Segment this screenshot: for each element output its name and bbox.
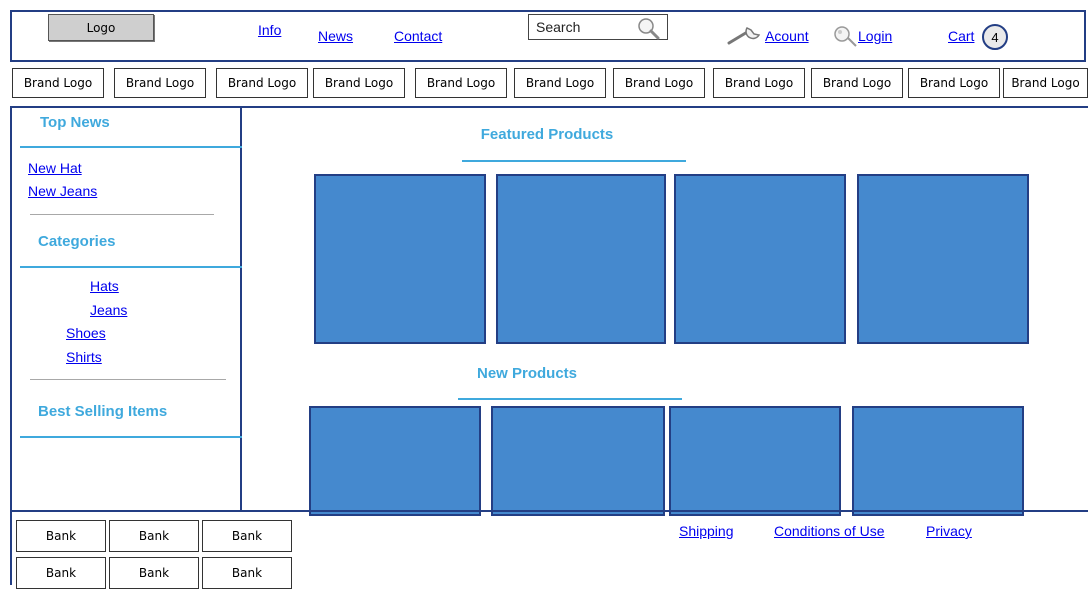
brand-logo[interactable]: Brand Logo bbox=[613, 68, 705, 98]
divider bbox=[20, 436, 242, 438]
brand-logo[interactable]: Brand Logo bbox=[12, 68, 104, 98]
divider bbox=[462, 160, 686, 162]
brand-logo[interactable]: Brand Logo bbox=[216, 68, 308, 98]
privacy-link[interactable]: Privacy bbox=[926, 523, 972, 539]
bank-logo[interactable]: Bank bbox=[202, 557, 292, 589]
brand-logo-bar: Brand Logo Brand Logo Brand Logo Brand L… bbox=[10, 66, 1088, 102]
search-icon[interactable] bbox=[635, 16, 661, 40]
featured-product-tile[interactable] bbox=[496, 174, 666, 344]
search-placeholder: Search bbox=[536, 19, 581, 35]
bank-logo[interactable]: Bank bbox=[109, 520, 199, 552]
divider bbox=[20, 266, 242, 268]
divider bbox=[20, 146, 242, 148]
new-products-heading: New Products bbox=[476, 365, 578, 382]
featured-products-heading: Featured Products bbox=[480, 126, 614, 143]
brand-logo[interactable]: Brand Logo bbox=[415, 68, 507, 98]
brand-logo[interactable]: Brand Logo bbox=[908, 68, 1000, 98]
sidebar-link-new-hat[interactable]: New Hat bbox=[28, 160, 82, 176]
sidebar-link-new-jeans[interactable]: New Jeans bbox=[28, 183, 97, 199]
bank-logo[interactable]: Bank bbox=[16, 557, 106, 589]
categories-heading: Categories bbox=[38, 233, 116, 250]
category-link-hats[interactable]: Hats bbox=[90, 278, 119, 294]
nav-news-link[interactable]: News bbox=[318, 28, 353, 44]
main-content: Featured Products New Products bbox=[242, 106, 1088, 516]
brand-logo[interactable]: Brand Logo bbox=[713, 68, 805, 98]
new-product-tile[interactable] bbox=[491, 406, 665, 516]
new-product-tile[interactable] bbox=[309, 406, 481, 516]
cart-link[interactable]: Cart bbox=[948, 28, 974, 44]
sidebar: Top News New Hat New Jeans Categories Ha… bbox=[10, 106, 242, 511]
site-logo[interactable]: Logo bbox=[48, 14, 154, 41]
bank-logo[interactable]: Bank bbox=[109, 557, 199, 589]
best-selling-heading: Best Selling Items bbox=[38, 403, 168, 420]
category-link-shirts[interactable]: Shirts bbox=[66, 349, 102, 365]
login-link[interactable]: Login bbox=[858, 28, 892, 44]
divider bbox=[30, 379, 226, 380]
new-product-tile[interactable] bbox=[669, 406, 841, 516]
wrench-icon bbox=[727, 27, 761, 45]
nav-contact-link[interactable]: Contact bbox=[394, 28, 442, 44]
shipping-link[interactable]: Shipping bbox=[679, 523, 734, 539]
cart-count-badge: 4 bbox=[982, 24, 1008, 50]
new-product-tile[interactable] bbox=[852, 406, 1024, 516]
search-input[interactable]: Search bbox=[528, 14, 668, 40]
divider bbox=[30, 214, 214, 215]
account-link[interactable]: Acount bbox=[765, 28, 809, 44]
featured-product-tile[interactable] bbox=[314, 174, 486, 344]
divider bbox=[458, 398, 682, 400]
bank-logo[interactable]: Bank bbox=[202, 520, 292, 552]
site-footer: Bank Bank Bank Bank Bank Bank Shipping C… bbox=[10, 510, 1088, 589]
logo-text: Logo bbox=[86, 20, 116, 35]
brand-logo[interactable]: Brand Logo bbox=[1003, 68, 1088, 98]
nav-info-link[interactable]: Info bbox=[258, 22, 281, 38]
category-link-shoes[interactable]: Shoes bbox=[66, 325, 106, 341]
conditions-of-use-link[interactable]: Conditions of Use bbox=[774, 523, 885, 539]
top-news-heading: Top News bbox=[40, 114, 110, 131]
brand-logo[interactable]: Brand Logo bbox=[514, 68, 606, 98]
brand-logo[interactable]: Brand Logo bbox=[811, 68, 903, 98]
featured-product-tile[interactable] bbox=[857, 174, 1029, 344]
brand-logo[interactable]: Brand Logo bbox=[114, 68, 206, 98]
bank-logo[interactable]: Bank bbox=[16, 520, 106, 552]
brand-logo[interactable]: Brand Logo bbox=[313, 68, 405, 98]
featured-product-tile[interactable] bbox=[674, 174, 846, 344]
category-link-jeans[interactable]: Jeans bbox=[90, 302, 127, 318]
